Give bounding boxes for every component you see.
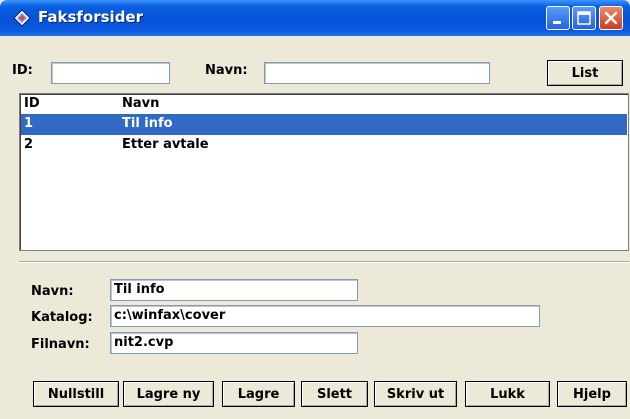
column-header-navn[interactable]: Navn (122, 96, 159, 111)
id-search-input[interactable] (51, 62, 170, 84)
row-id: 2 (24, 137, 34, 152)
katalog-label: Katalog: (31, 310, 93, 325)
lagre-ny-button-label: Lagre ny (136, 386, 201, 402)
maximize-icon (577, 11, 591, 25)
id-label: ID: (12, 63, 33, 78)
lagre-button-label: Lagre (237, 386, 280, 402)
row-navn: Etter avtale (122, 137, 209, 152)
list-button-label: List (571, 65, 599, 81)
fax-cover-window: Faksforsider ID: Navn: List ID Navn 1 Ti… (0, 0, 630, 419)
close-icon (604, 11, 618, 25)
nullstill-button[interactable]: Nullstill (33, 381, 119, 407)
lukk-button[interactable]: Lukk (465, 381, 550, 407)
maximize-button[interactable] (572, 6, 596, 30)
list-header: ID Navn (21, 95, 627, 113)
skriv-ut-button[interactable]: Skriv ut (374, 381, 457, 407)
navn-search-label: Navn: (205, 63, 248, 78)
fax-cover-list[interactable]: ID Navn 1 Til info 2 Etter avtale (19, 93, 629, 251)
slett-button-label: Slett (316, 386, 353, 402)
window-title: Faksforsider (38, 8, 143, 26)
close-button[interactable] (599, 6, 623, 30)
title-bar[interactable]: Faksforsider (0, 0, 630, 36)
list-row[interactable]: 2 Etter avtale (21, 135, 627, 156)
lagre-button[interactable]: Lagre (222, 381, 295, 407)
katalog-field[interactable]: c:\winfax\cover (110, 305, 540, 327)
filnavn-label: Filnavn: (31, 337, 90, 352)
minimize-icon (553, 21, 561, 24)
detail-navn-label: Navn: (31, 284, 74, 299)
list-row[interactable]: 1 Til info (21, 114, 627, 135)
skriv-ut-button-label: Skriv ut (386, 386, 445, 402)
lukk-button-label: Lukk (490, 386, 525, 402)
row-navn: Til info (122, 116, 173, 131)
row-id: 1 (24, 116, 34, 131)
navn-search-input[interactable] (264, 62, 490, 84)
column-header-id[interactable]: ID (24, 96, 40, 111)
hjelp-button[interactable]: Hjelp (557, 381, 627, 407)
hjelp-button-label: Hjelp (573, 386, 611, 402)
slett-button[interactable]: Slett (301, 381, 368, 407)
fax-app-icon (13, 9, 31, 27)
lagre-ny-button[interactable]: Lagre ny (123, 381, 214, 407)
list-button[interactable]: List (547, 60, 623, 86)
detail-navn-field[interactable]: Til info (110, 279, 358, 301)
minimize-button[interactable] (546, 6, 570, 30)
filnavn-field[interactable]: nit2.cvp (110, 332, 358, 354)
nullstill-button-label: Nullstill (47, 386, 105, 402)
section-divider (19, 261, 629, 263)
